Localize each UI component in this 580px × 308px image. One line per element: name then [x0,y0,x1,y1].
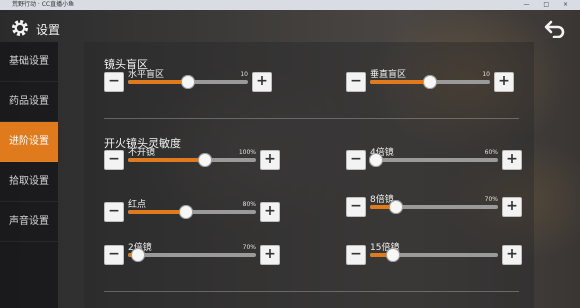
slider-max-value: 70% [242,244,256,251]
slider-handle[interactable] [423,75,437,89]
slider-track[interactable] [128,205,256,219]
page-title: 设置 [36,23,61,37]
slider-track[interactable] [128,75,248,89]
settings-sidebar: 基础设置 药品设置 进阶设置 拾取设置 声音设置 [0,42,58,308]
slider-fill [128,80,188,84]
slider-fill [370,80,430,84]
sidebar-item-pickup[interactable]: 拾取设置 [0,162,58,202]
back-arrow-icon[interactable] [544,18,566,38]
slider-max-value: 10 [240,71,248,78]
slider-handle[interactable] [386,248,401,262]
slider-fill [128,210,186,214]
window-titlebar: 荒野行动 · CC直播小鱼 — □ × [0,0,580,10]
minus-button[interactable]: − [104,245,124,265]
plus-button[interactable]: + [260,245,280,265]
slider-max-value: 60% [484,149,498,156]
slider-max-value: 80% [242,201,256,208]
slider-track[interactable] [128,248,256,262]
minus-button[interactable]: − [104,150,124,170]
slider-max-value: 100% [238,149,256,156]
divider [104,291,519,292]
slider-label: 红点 [128,200,147,210]
minus-button[interactable]: − [346,150,366,170]
sidebar-item-medicine[interactable]: 药品设置 [0,82,58,122]
plus-button[interactable]: + [260,202,280,222]
slider-handle[interactable] [197,153,212,167]
window-title: 荒野行动 · CC直播小鱼 [12,1,75,8]
slider-max-value: 10 [482,71,490,78]
window-controls[interactable]: — □ × [523,0,574,10]
minus-button[interactable]: − [104,202,124,222]
sidebar-item-advanced[interactable]: 进阶设置 [0,122,58,162]
slider-track[interactable] [369,153,498,167]
slider-fill [128,158,205,162]
minus-button[interactable]: − [104,72,124,92]
slider-track[interactable] [370,200,498,214]
minus-button[interactable]: − [346,245,366,265]
settings-header: 设置 [0,10,580,46]
sidebar-item-basic[interactable]: 基础设置 [0,42,58,82]
slider-handle[interactable] [181,75,195,89]
slider-track[interactable] [370,248,498,262]
slider-label: 不开镜 [128,148,156,158]
slider-label: 水平盲区 [128,70,165,80]
plus-button[interactable]: + [260,150,280,170]
plus-button[interactable]: + [502,150,522,170]
plus-button[interactable]: + [502,197,522,217]
gear-icon [12,20,28,36]
plus-button[interactable]: + [252,72,272,92]
divider [104,118,519,119]
sidebar-item-sound[interactable]: 声音设置 [0,202,58,242]
plus-button[interactable]: + [502,245,522,265]
slider-handle[interactable] [388,200,403,214]
plus-button[interactable]: + [494,72,514,92]
slider-track[interactable] [128,153,256,167]
slider-label: 垂直盲区 [370,70,407,80]
slider-track[interactable] [370,75,490,89]
minus-button[interactable]: − [346,197,366,217]
minus-button[interactable]: − [346,72,366,92]
slider-handle[interactable] [178,205,193,219]
slider-max-value: 70% [484,196,498,203]
